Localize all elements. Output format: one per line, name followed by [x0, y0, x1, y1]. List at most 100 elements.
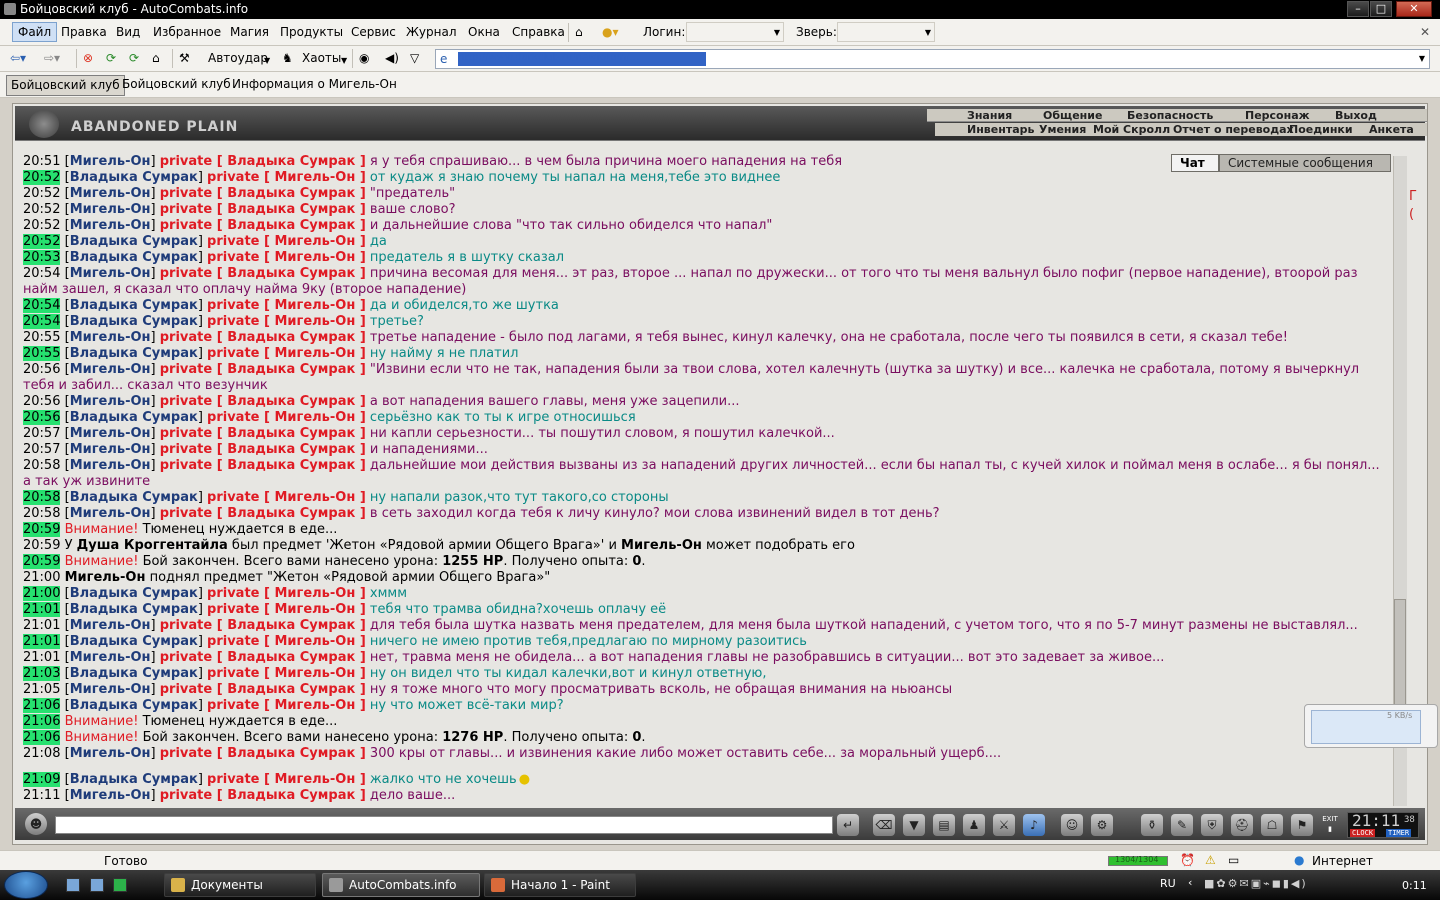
private-tag[interactable]: private [ Мигель-Он ]	[207, 346, 366, 361]
private-tag[interactable]: private [ Владыка Сумрак ]	[160, 788, 366, 803]
private-tag[interactable]: private [ Мигель-Он ]	[207, 490, 366, 505]
sender-nick[interactable]: Владыка Сумрак	[70, 234, 198, 249]
sender-nick[interactable]: Владыка Сумрак	[70, 298, 198, 313]
private-tag[interactable]: private [ Владыка Сумрак ]	[160, 650, 366, 665]
sender-nick[interactable]: Мигель-Он	[70, 442, 151, 457]
menu-service[interactable]: Сервис	[351, 25, 396, 39]
private-tag[interactable]: private [ Мигель-Он ]	[207, 602, 366, 617]
exit-icon[interactable]: EXIT ▮	[1319, 814, 1341, 836]
nav-security[interactable]: Безопасность	[1127, 109, 1213, 122]
menu-help[interactable]: Справка	[512, 25, 565, 39]
private-tag[interactable]: private [ Мигель-Он ]	[207, 298, 366, 313]
desktop-icon[interactable]	[66, 878, 80, 892]
taskbar-documents[interactable]: Документы	[164, 873, 316, 897]
private-tag[interactable]: private [ Владыка Сумрак ]	[160, 682, 366, 697]
close-menu-icon[interactable]: ✕	[1420, 24, 1430, 40]
sender-nick[interactable]: Владыка Сумрак	[70, 346, 198, 361]
minimize-button[interactable]: –	[1347, 1, 1369, 17]
sender-nick[interactable]: Мигель-Он	[70, 394, 151, 409]
menu-favorites[interactable]: Избранное	[153, 25, 221, 39]
private-tag[interactable]: private [ Владыка Сумрак ]	[160, 426, 366, 441]
home-icon[interactable]: ⌂	[575, 24, 583, 40]
sender-nick[interactable]: Владыка Сумрак	[70, 490, 198, 505]
alarm-icon[interactable]: ⏰	[1180, 853, 1195, 867]
private-tag[interactable]: private [ Владыка Сумрак ]	[160, 218, 366, 233]
private-tag[interactable]: private [ Владыка Сумрак ]	[160, 746, 366, 761]
refresh-all-icon[interactable]: ⟳	[129, 50, 139, 66]
scroll-icon[interactable]: ✎	[1171, 814, 1193, 836]
forward-icon[interactable]: ⇨▾	[44, 50, 60, 66]
sender-nick[interactable]: Мигель-Он	[70, 650, 151, 665]
nav-skills[interactable]: Умения	[1039, 123, 1086, 136]
sender-nick[interactable]: Владыка Сумрак	[70, 666, 198, 681]
emoticon-icon[interactable]: ☺	[1061, 814, 1083, 836]
back-icon[interactable]: ⇦▾	[10, 50, 26, 66]
inventory-icon[interactable]: ☖	[1261, 814, 1283, 836]
person-icon[interactable]: ♟	[963, 814, 985, 836]
nav-exit[interactable]: Выход	[1335, 109, 1377, 122]
sender-nick[interactable]: Мигель-Он	[70, 154, 151, 169]
sender-nick[interactable]: Мигель-Он	[70, 506, 151, 521]
scroll-thumb[interactable]	[1394, 599, 1406, 711]
menu-windows[interactable]: Окна	[468, 25, 500, 39]
book-icon[interactable]: ▤	[933, 814, 955, 836]
smiley-menu-icon[interactable]: ☻	[25, 813, 47, 835]
sender-nick[interactable]: Мигель-Он	[70, 218, 151, 233]
sound-icon[interactable]: ◀)	[385, 50, 399, 66]
tray-icons[interactable]: ■✿⚙✉▣⌁◼▮◀)	[1204, 877, 1308, 890]
settings-icon[interactable]: ⚙	[1091, 814, 1113, 836]
language-indicator[interactable]: RU	[1160, 877, 1176, 890]
sender-nick[interactable]: Мигель-Он	[70, 202, 151, 217]
nav-character[interactable]: Персонаж	[1245, 109, 1310, 122]
private-tag[interactable]: private [ Мигель-Он ]	[207, 772, 366, 787]
warning-icon[interactable]: ⚠	[1205, 853, 1216, 867]
private-tag[interactable]: private [ Владыка Сумрак ]	[160, 362, 366, 377]
chevron-down-icon[interactable]: ▼	[264, 53, 270, 69]
note-icon[interactable]: ♪	[1023, 814, 1045, 836]
taskbar-paint[interactable]: Начало 1 - Paint	[484, 873, 636, 897]
sender-nick[interactable]: Мигель-Он	[70, 266, 151, 281]
private-tag[interactable]: private [ Владыка Сумрак ]	[160, 202, 366, 217]
start-button[interactable]	[4, 871, 48, 899]
chaots-icon[interactable]: ♞	[282, 50, 293, 66]
map-icon[interactable]: ⚑	[1291, 814, 1313, 836]
private-tag[interactable]: private [ Мигель-Он ]	[207, 250, 366, 265]
eraser-icon[interactable]: ⌫	[873, 814, 895, 836]
tab-info[interactable]: Информация о Мигель-Он	[228, 75, 401, 96]
private-tag[interactable]: private [ Владыка Сумрак ]	[160, 330, 366, 345]
smiley-icon[interactable]: ●▾	[602, 24, 619, 40]
chat-input[interactable]	[55, 816, 833, 834]
private-tag[interactable]: private [ Владыка Сумрак ]	[160, 154, 366, 169]
sender-nick[interactable]: Владыка Сумрак	[70, 698, 198, 713]
refresh-icon[interactable]: ⟳	[106, 50, 116, 66]
private-tag[interactable]: private [ Владыка Сумрак ]	[160, 506, 366, 521]
tab-fight-club-2[interactable]: Бойцовский клуб	[118, 75, 235, 96]
sender-nick[interactable]: Мигель-Он	[70, 746, 151, 761]
chevron-down-icon[interactable]: ▼	[1419, 54, 1425, 63]
chevron-down-icon[interactable]: ▼	[341, 53, 347, 69]
sender-nick[interactable]: Владыка Сумрак	[70, 634, 198, 649]
sender-nick[interactable]: Мигель-Он	[70, 682, 151, 697]
private-tag[interactable]: private [ Владыка Сумрак ]	[160, 458, 366, 473]
private-tag[interactable]: private [ Мигель-Он ]	[207, 698, 366, 713]
clock-button[interactable]: CLOCK	[1350, 829, 1376, 837]
private-tag[interactable]: private [ Владыка Сумрак ]	[160, 394, 366, 409]
sender-nick[interactable]: Мигель-Он	[70, 330, 151, 345]
sender-nick[interactable]: Владыка Сумрак	[70, 170, 198, 185]
nav-inventory[interactable]: Инвентарь	[967, 123, 1034, 136]
private-tag[interactable]: private [ Владыка Сумрак ]	[160, 186, 366, 201]
nav-knowledge[interactable]: Знания	[967, 109, 1012, 122]
sword-icon[interactable]: ⚔	[993, 814, 1015, 836]
chaots-button[interactable]: Хаоты	[302, 50, 341, 66]
sender-nick[interactable]: Владыка Сумрак	[70, 410, 198, 425]
autoattack-button[interactable]: Автоудар	[208, 50, 268, 66]
potion-icon[interactable]: ⚱	[1141, 814, 1163, 836]
private-tag[interactable]: private [ Владыка Сумрак ]	[160, 266, 366, 281]
shield-icon[interactable]: ⛨	[1201, 814, 1223, 836]
private-tag[interactable]: private [ Мигель-Он ]	[207, 634, 366, 649]
sender-nick[interactable]: Мигель-Он	[70, 426, 151, 441]
filter-icon[interactable]: ▼	[903, 814, 925, 836]
menu-file[interactable]: Файл	[12, 22, 58, 42]
private-tag[interactable]: private [ Мигель-Он ]	[207, 234, 366, 249]
private-tag[interactable]: private [ Владыка Сумрак ]	[160, 442, 366, 457]
